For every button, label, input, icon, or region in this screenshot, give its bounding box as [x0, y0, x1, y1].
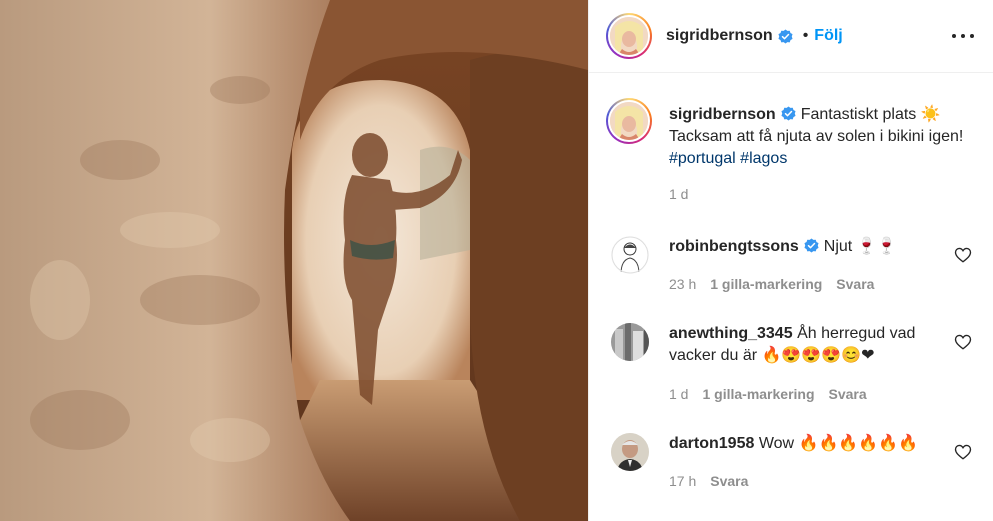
comment-username[interactable]: anewthing_3345	[669, 325, 793, 342]
verified-badge-icon	[781, 106, 796, 121]
comment-text: Wow 🔥🔥🔥🔥🔥🔥	[758, 435, 919, 452]
comment-likes[interactable]: 1 gilla-markering	[710, 276, 822, 292]
comment-username[interactable]: darton1958	[669, 435, 754, 452]
heart-icon[interactable]	[954, 333, 972, 351]
commenter-avatar[interactable]	[611, 433, 649, 471]
verified-badge-icon	[804, 238, 819, 253]
author-username[interactable]: sigridbernson	[666, 27, 773, 45]
heart-icon[interactable]	[954, 443, 972, 461]
caption-age[interactable]: 1 d	[669, 186, 688, 202]
comment-username[interactable]: robinbengtssons	[669, 238, 799, 255]
reply-button[interactable]: Svara	[836, 276, 874, 292]
reply-button[interactable]: Svara	[710, 473, 748, 489]
more-options-icon[interactable]	[952, 26, 974, 46]
separator-dot: •	[802, 27, 809, 44]
comment-likes[interactable]: 1 gilla-markering	[702, 386, 814, 402]
comment-text-block: robinbengtssons Njut 🍷🍷	[669, 236, 954, 258]
verified-badge-icon	[778, 28, 793, 44]
reply-button[interactable]: Svara	[829, 386, 867, 402]
comment-age[interactable]: 23 h	[669, 276, 696, 292]
comment-meta: 23 h 1 gilla-markering Svara	[669, 276, 888, 292]
caption-author-avatar[interactable]	[606, 98, 652, 144]
comment-meta: 1 d 1 gilla-markering Svara	[669, 386, 881, 402]
post-header: sigridbernson • Följ	[589, 0, 993, 73]
post-side-panel: sigridbernson • Följ sigridbernson Fanta…	[588, 0, 993, 521]
comment-text-block: darton1958 Wow 🔥🔥🔥🔥🔥🔥	[669, 433, 954, 455]
commenter-avatar[interactable]	[611, 236, 649, 274]
caption-username[interactable]: sigridbernson	[669, 106, 776, 123]
comment-age[interactable]: 1 d	[669, 386, 688, 402]
author-avatar[interactable]	[606, 13, 652, 59]
follow-button[interactable]: Följ	[814, 27, 842, 45]
comment-text-block: anewthing_3345 Åh herregud vad vacker du…	[669, 323, 954, 367]
hashtag-link[interactable]: #lagos	[740, 150, 787, 167]
comment-text: Njut 🍷🍷	[823, 238, 897, 255]
commenter-avatar[interactable]	[611, 323, 649, 361]
caption-text-block: sigridbernson Fantastiskt plats ☀️ Tacks…	[669, 104, 989, 170]
comment-meta: 17 h Svara	[669, 473, 762, 489]
heart-icon[interactable]	[954, 246, 972, 264]
post-photo[interactable]	[0, 0, 588, 521]
comment-age[interactable]: 17 h	[669, 473, 696, 489]
hashtag-link[interactable]: #portugal	[669, 150, 736, 167]
